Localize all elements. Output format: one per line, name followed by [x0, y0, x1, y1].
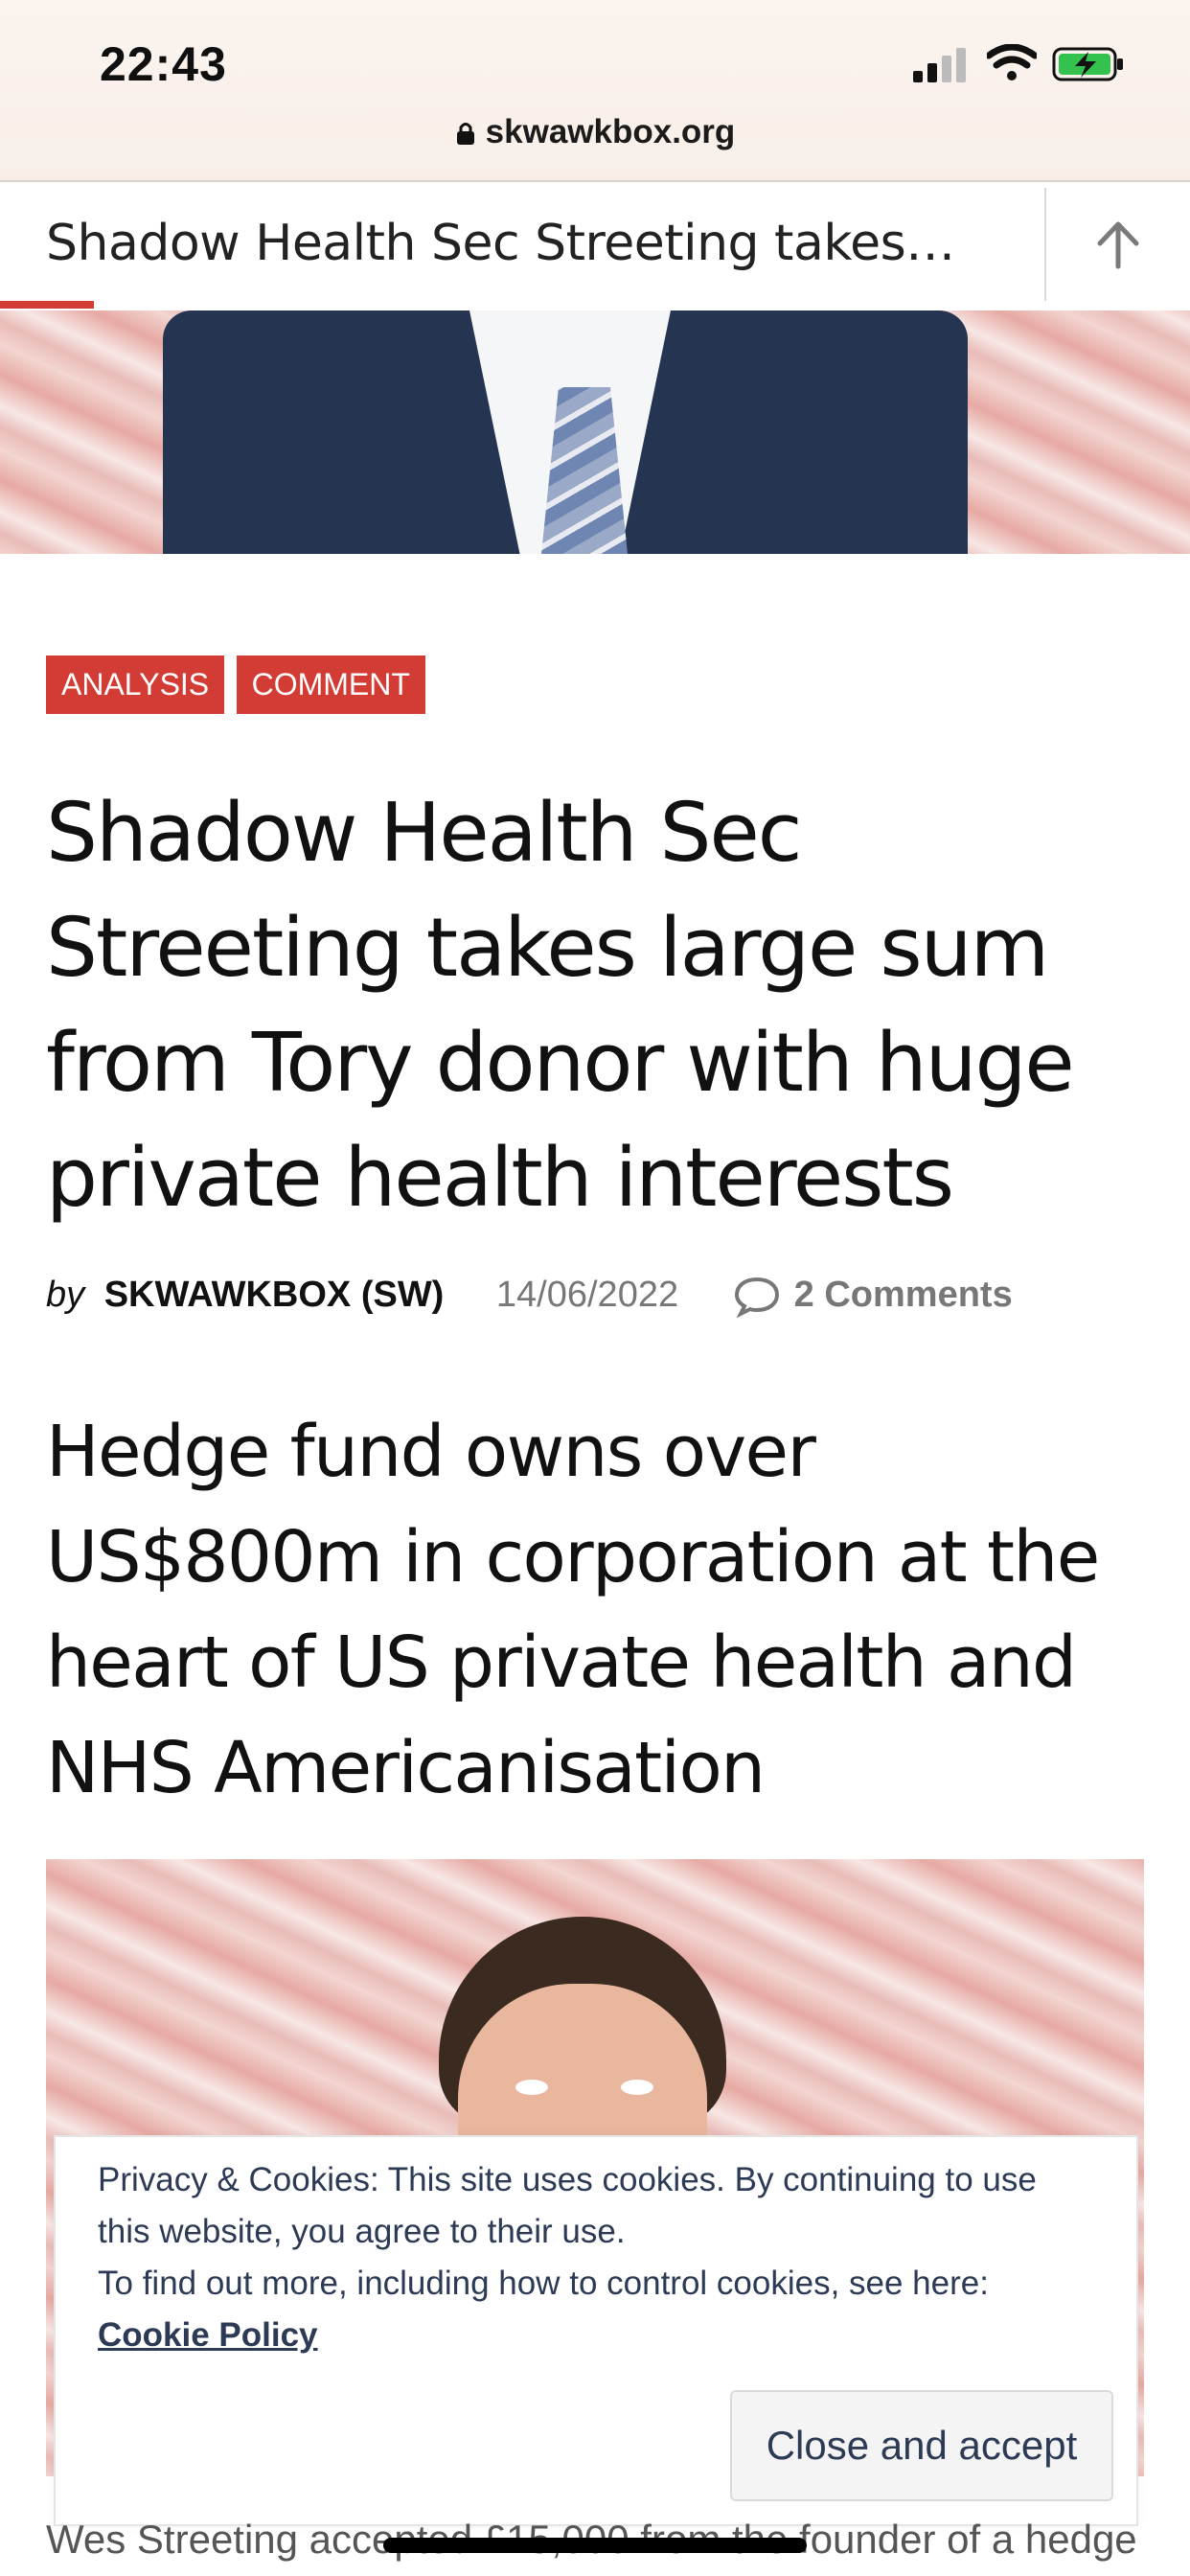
url-bar[interactable]: skwawkbox.org	[0, 113, 1190, 151]
comments-link[interactable]: 2 Comments	[733, 1275, 1013, 1318]
wifi-icon	[987, 44, 1037, 80]
author-link[interactable]: SKWAWKBOX (SW)	[104, 1275, 445, 1315]
sticky-article-header: Shadow Health Sec Streeting takes…	[0, 182, 1190, 311]
cookie-text-line2-prefix: To find out more, including how to contr…	[98, 2265, 989, 2302]
article-meta: by SKWAWKBOX (SW) 14/06/2022 2 Comments	[46, 1275, 1013, 1318]
category-badge-comment[interactable]: COMMENT	[236, 656, 425, 714]
article-subtitle: Hedge fund owns over US$800m in corporat…	[46, 1411, 1100, 1809]
article-title: Shadow Health Sec Streeting takes large …	[46, 786, 1075, 1226]
cookie-text-line1: Privacy & Cookies: This site uses cookie…	[98, 2161, 1037, 2250]
comment-bubble-icon	[734, 1276, 779, 1318]
reading-progress-bar	[0, 301, 94, 309]
home-indicator[interactable]	[383, 2538, 807, 2553]
close-and-accept-button[interactable]: Close and accept	[730, 2390, 1113, 2501]
status-time: 22:43	[100, 37, 227, 91]
publish-date: 14/06/2022	[495, 1275, 679, 1315]
featured-image-top	[0, 310, 1190, 554]
cellular-signal-icon	[913, 48, 966, 82]
lock-icon	[456, 123, 474, 145]
portrait-eye-left	[515, 2080, 548, 2095]
cookie-policy-link[interactable]: Cookie Policy	[98, 2316, 318, 2354]
battery-charging-icon	[1052, 47, 1123, 81]
category-badges: ANALYSIS COMMENT	[46, 656, 433, 714]
cookie-text-line2: To find out more, including how to contr…	[98, 2258, 1094, 2361]
url-text: skwawkbox.org	[485, 113, 736, 150]
cookie-banner: Privacy & Cookies: This site uses cookie…	[54, 2135, 1138, 2526]
portrait-eye-right	[621, 2080, 653, 2095]
byline-prefix: by	[46, 1275, 85, 1315]
category-badge-analysis[interactable]: ANALYSIS	[46, 656, 225, 714]
scroll-to-top-arrow-icon[interactable]	[1092, 217, 1144, 272]
status-bar: 22:43 skwawkbox.org	[0, 0, 1190, 182]
cookie-text: Privacy & Cookies: This site uses cookie…	[98, 2154, 1094, 2361]
header-divider	[1044, 188, 1046, 301]
comments-count: 2 Comments	[793, 1275, 1013, 1315]
sticky-article-title[interactable]: Shadow Health Sec Streeting takes…	[46, 215, 955, 272]
